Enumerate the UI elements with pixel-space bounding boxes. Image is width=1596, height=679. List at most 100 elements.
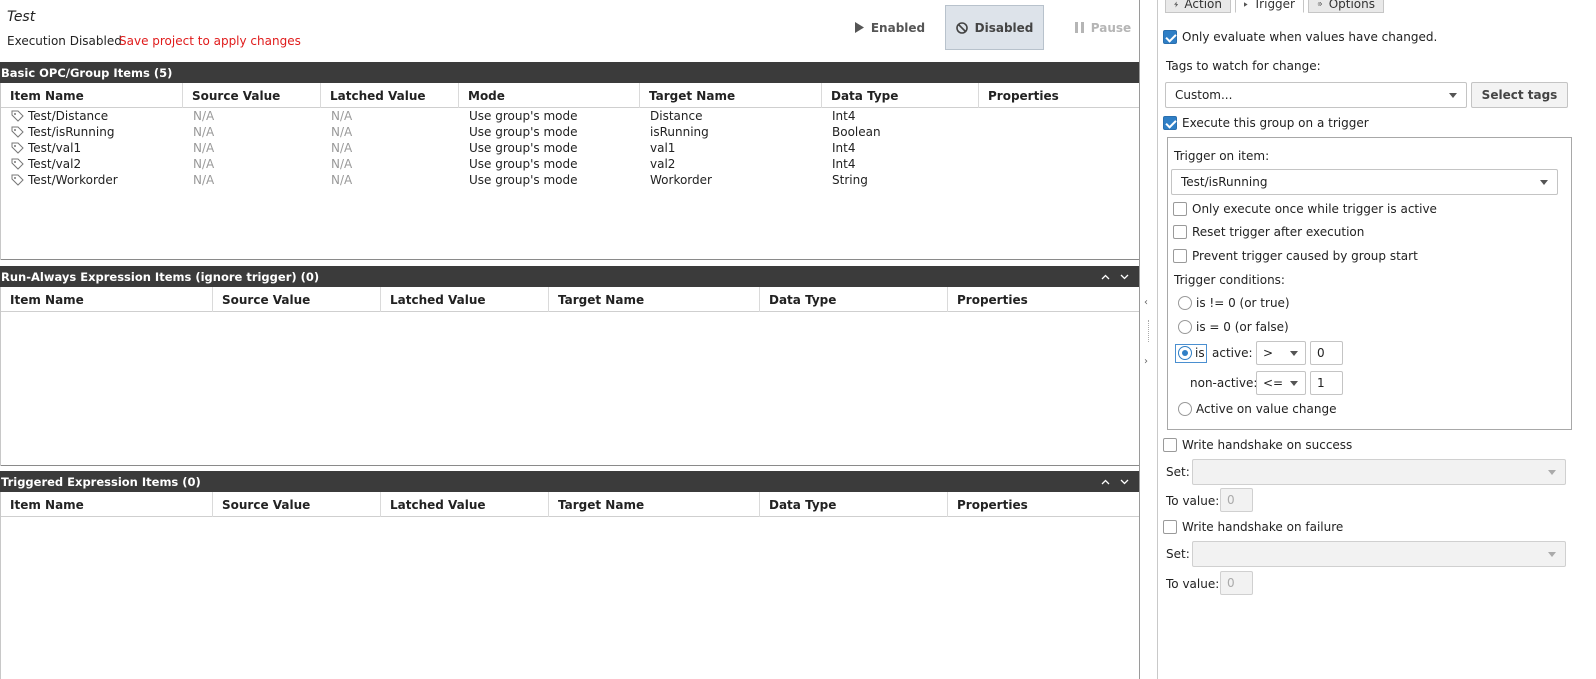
latched-value-cell: N/A (331, 109, 353, 123)
col-source-value[interactable]: Source Value (183, 83, 321, 108)
item-name: Test/val1 (28, 141, 82, 155)
trigger-item-select[interactable]: Test/isRunning (1171, 169, 1558, 195)
chevron-down-icon[interactable] (1116, 471, 1132, 492)
chevron-up-icon[interactable] (1097, 266, 1113, 287)
table-row[interactable]: Test/Workorder N/A N/A Use group's mode … (1, 172, 1156, 188)
handshake-failure-checkbox[interactable] (1163, 520, 1177, 534)
item-name: Test/Distance (28, 109, 109, 123)
only-evaluate-checkbox[interactable] (1163, 30, 1177, 44)
col-item-name[interactable]: Item Name (1, 287, 213, 312)
col-data-type[interactable]: Data Type (760, 287, 948, 312)
disabled-button[interactable]: Disabled (945, 5, 1044, 50)
col-properties[interactable]: Properties (979, 83, 1156, 108)
source-value-cell: N/A (193, 173, 215, 187)
success-set-select[interactable] (1192, 459, 1566, 485)
cond-is-label: is (1195, 346, 1205, 360)
tab-options[interactable]: Options (1308, 0, 1384, 13)
dropdown-arrow-icon (1290, 381, 1298, 386)
triggered-section: Triggered Expression Items (0) Item Name… (0, 471, 1157, 679)
cond-false-label: is = 0 (or false) (1196, 320, 1289, 334)
source-value-cell: N/A (193, 125, 215, 139)
cond-true-radio[interactable] (1178, 296, 1192, 310)
col-item-name[interactable]: Item Name (1, 492, 213, 517)
once-active-checkbox[interactable] (1173, 202, 1187, 216)
success-value-field[interactable]: 0 (1220, 488, 1253, 512)
triggered-title: Triggered Expression Items (0) (1, 474, 201, 489)
col-latched-value[interactable]: Latched Value (321, 83, 459, 108)
failure-set-select[interactable] (1192, 541, 1566, 567)
col-item-name[interactable]: Item Name (1, 83, 183, 108)
col-latched-value[interactable]: Latched Value (381, 492, 549, 517)
chevron-down-icon[interactable] (1116, 266, 1132, 287)
nonactive-value-field[interactable]: 1 (1310, 371, 1343, 395)
col-target-name[interactable]: Target Name (640, 83, 822, 108)
col-properties[interactable]: Properties (948, 287, 1156, 312)
cond-false-radio[interactable] (1178, 320, 1192, 334)
target-name-cell: Distance (650, 109, 703, 123)
col-data-type[interactable]: Data Type (760, 492, 948, 517)
enabled-button[interactable]: Enabled (848, 5, 932, 50)
lightning-icon (1174, 0, 1179, 8)
tags-watch-select[interactable]: Custom... (1165, 82, 1467, 108)
prevent-start-checkbox[interactable] (1173, 249, 1187, 263)
cond-true-label: is != 0 (or true) (1196, 296, 1290, 310)
cond-change-radio[interactable] (1178, 402, 1192, 416)
col-mode[interactable]: Mode (459, 83, 640, 108)
item-name-cell: Test/val1 (1, 141, 183, 155)
col-properties[interactable]: Properties (948, 492, 1156, 517)
table-row[interactable]: Test/isRunning N/A N/A Use group's mode … (1, 124, 1156, 140)
col-latched-value[interactable]: Latched Value (381, 287, 549, 312)
basic-items-rows: Test/Distance N/A N/A Use group's mode D… (1, 108, 1156, 188)
tab-trigger[interactable]: Trigger (1235, 0, 1304, 13)
mode-cell: Use group's mode (469, 173, 578, 187)
item-name: Test/isRunning (28, 125, 115, 139)
run-always-title: Run-Always Expression Items (ignore trig… (1, 269, 320, 284)
latched-value-cell: N/A (331, 141, 353, 155)
active-operator-select[interactable]: > (1256, 341, 1306, 365)
data-type-cell: Int4 (832, 109, 856, 123)
table-row[interactable]: Test/Distance N/A N/A Use group's mode D… (1, 108, 1156, 124)
failure-value-field[interactable]: 0 (1220, 571, 1253, 595)
tab-action[interactable]: Action (1165, 0, 1231, 13)
tab-options-label: Options (1328, 0, 1375, 11)
handshake-success-checkbox[interactable] (1163, 438, 1177, 452)
col-source-value[interactable]: Source Value (213, 287, 381, 312)
pause-button[interactable]: Pause (1066, 5, 1140, 50)
table-row[interactable]: Test/val2 N/A N/A Use group's mode val2 … (1, 156, 1156, 172)
collapse-left-icon[interactable]: ‹ (1144, 297, 1148, 308)
splitter-grip[interactable] (1148, 320, 1150, 342)
target-name-cell: Workorder (650, 173, 712, 187)
trigger-settings-panel: Action Trigger Options Only evaluate whe… (1157, 0, 1596, 679)
cond-change-label: Active on value change (1196, 402, 1337, 416)
collapse-right-icon[interactable]: › (1144, 356, 1148, 367)
execute-trigger-checkbox[interactable] (1163, 116, 1177, 130)
active-label: active: (1212, 346, 1253, 360)
basic-items-table: Item Name Source Value Latched Value Mod… (0, 83, 1157, 260)
source-value-cell: N/A (193, 109, 215, 123)
tag-icon (11, 110, 24, 122)
reset-after-label: Reset trigger after execution (1192, 225, 1365, 239)
item-editor: Test Execution Disabled Save project to … (0, 0, 1157, 679)
tag-icon (11, 158, 24, 170)
basic-items-section: Basic OPC/Group Items (5) Item Name Sour… (0, 62, 1157, 260)
col-target-name[interactable]: Target Name (549, 492, 760, 517)
group-title: Test (7, 9, 36, 25)
col-data-type[interactable]: Data Type (822, 83, 979, 108)
nonactive-operator-select[interactable]: <= (1256, 371, 1306, 395)
col-source-value[interactable]: Source Value (213, 492, 381, 517)
latched-value-cell: N/A (331, 157, 353, 171)
chevron-up-icon[interactable] (1097, 471, 1113, 492)
active-value-field[interactable]: 0 (1310, 341, 1343, 365)
select-tags-button[interactable]: Select tags (1471, 82, 1568, 108)
table-row[interactable]: Test/val1 N/A N/A Use group's mode val1 … (1, 140, 1156, 156)
basic-items-title: Basic OPC/Group Items (5) (1, 65, 173, 80)
reset-after-checkbox[interactable] (1173, 225, 1187, 239)
latched-value-cell: N/A (331, 125, 353, 139)
tags-watch-label: Tags to watch for change: (1166, 59, 1321, 73)
trigger-item-label: Trigger on item: (1174, 149, 1270, 163)
to-value-label: To value: (1166, 494, 1220, 508)
col-target-name[interactable]: Target Name (549, 287, 760, 312)
set-label: Set: (1166, 547, 1190, 561)
cond-is-radio[interactable] (1178, 346, 1192, 360)
tab-trigger-label: Trigger (1253, 0, 1295, 11)
